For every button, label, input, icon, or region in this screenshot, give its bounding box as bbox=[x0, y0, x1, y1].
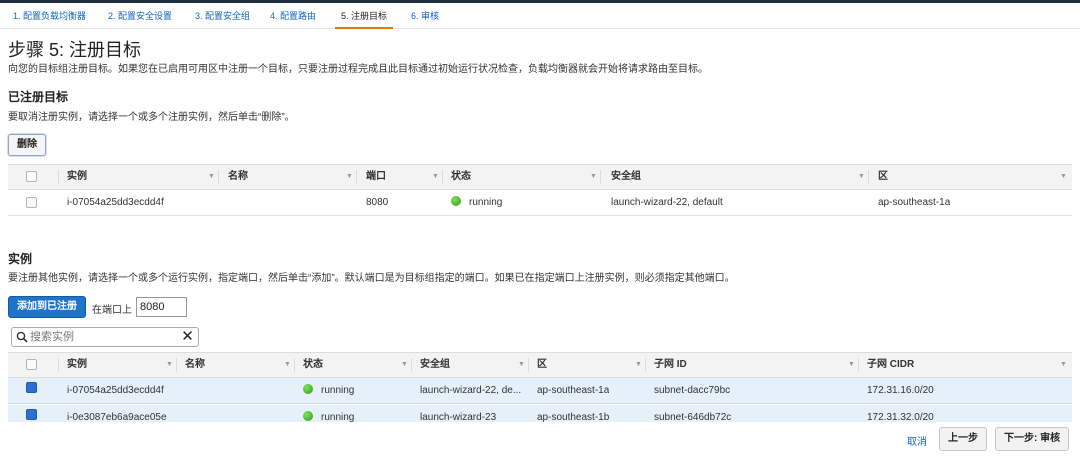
column-header-subnet-id[interactable]: 子网 ID bbox=[654, 353, 687, 377]
sort-caret-icon[interactable]: ▼ bbox=[166, 353, 173, 377]
select-all-checkbox[interactable] bbox=[26, 171, 37, 182]
security-group: launch-wizard-22, default bbox=[611, 197, 723, 208]
column-header-status[interactable]: 状态 bbox=[303, 353, 323, 377]
availability-zone: ap-southeast-1a bbox=[537, 385, 610, 396]
status-cell: running bbox=[451, 190, 502, 215]
status-cell: running bbox=[303, 405, 354, 422]
column-separator bbox=[645, 358, 646, 372]
search-input[interactable] bbox=[30, 329, 180, 345]
remove-button[interactable]: 删除 bbox=[8, 134, 46, 156]
sort-caret-icon[interactable]: ▼ bbox=[635, 353, 642, 377]
column-separator bbox=[294, 358, 295, 372]
row-checkbox[interactable] bbox=[26, 409, 37, 420]
subnet-cidr: 172.31.32.0/20 bbox=[867, 412, 934, 422]
step-tab-6[interactable]: 6. 审核 bbox=[411, 3, 439, 29]
table-row[interactable]: i-07054a25dd3ecdd4f 8080 running launch-… bbox=[8, 190, 1072, 216]
step-tab-1[interactable]: 1. 配置负载均衡器 bbox=[13, 3, 86, 29]
subnet-id: subnet-dacc79bc bbox=[654, 385, 731, 396]
page-title: 步骤 5: 注册目标 bbox=[8, 40, 142, 60]
registered-targets-table: 实例 ▼ 名称 ▼ 端口 ▼ 状态 ▼ 安全组 ▼ 区 ▼ i-07054a25… bbox=[8, 164, 1072, 216]
registered-targets-title: 已注册目标 bbox=[8, 90, 69, 104]
running-status-icon bbox=[451, 196, 461, 206]
port-input[interactable] bbox=[136, 297, 187, 317]
port-label: 在端口上 bbox=[92, 305, 132, 316]
row-checkbox[interactable] bbox=[26, 382, 37, 393]
column-separator bbox=[176, 358, 177, 372]
step-tab-5[interactable]: 5. 注册目标 bbox=[334, 3, 394, 29]
availability-zone: ap-southeast-1b bbox=[537, 412, 610, 422]
table-header: 实例 ▼ 名称 ▼ 状态 ▼ 安全组 ▼ 区 ▼ 子网 ID ▼ 子网 CIDR… bbox=[8, 352, 1072, 378]
running-status-icon bbox=[303, 411, 313, 421]
column-header-subnet-cidr[interactable]: 子网 CIDR bbox=[867, 353, 914, 377]
search-icon bbox=[16, 331, 28, 343]
sort-caret-icon[interactable]: ▼ bbox=[590, 165, 597, 189]
sort-caret-icon[interactable]: ▼ bbox=[432, 165, 439, 189]
sort-caret-icon[interactable]: ▼ bbox=[284, 353, 291, 377]
column-separator bbox=[868, 170, 869, 184]
table-header: 实例 ▼ 名称 ▼ 端口 ▼ 状态 ▼ 安全组 ▼ 区 ▼ bbox=[8, 164, 1072, 190]
subnet-cidr: 172.31.16.0/20 bbox=[867, 385, 934, 396]
table-row[interactable]: i-07054a25dd3ecdd4f running launch-wizar… bbox=[8, 378, 1072, 404]
column-header-instance[interactable]: 实例 bbox=[67, 165, 87, 189]
next-review-button[interactable]: 下一步: 审核 bbox=[995, 427, 1070, 451]
port-value: 8080 bbox=[366, 197, 389, 208]
sort-caret-icon[interactable]: ▼ bbox=[208, 165, 215, 189]
column-separator bbox=[442, 170, 443, 184]
add-to-registered-button[interactable]: 添加到已注册 bbox=[8, 296, 86, 318]
instance-id: i-07054a25dd3ecdd4f bbox=[67, 197, 164, 208]
column-separator bbox=[858, 358, 859, 372]
instances-table: 实例 ▼ 名称 ▼ 状态 ▼ 安全组 ▼ 区 ▼ 子网 ID ▼ 子网 CIDR… bbox=[8, 352, 1072, 422]
instance-id: i-0e3087eb6a9ace05e bbox=[67, 412, 167, 422]
sort-caret-icon[interactable]: ▼ bbox=[1060, 165, 1067, 189]
table-row[interactable]: i-0e3087eb6a9ace05e running launch-wizar… bbox=[8, 405, 1072, 422]
column-header-security-group[interactable]: 安全组 bbox=[611, 165, 641, 189]
subnet-id: subnet-646db72c bbox=[654, 412, 732, 422]
step-tab-4[interactable]: 4. 配置路由 bbox=[270, 3, 316, 29]
registered-targets-description: 要取消注册实例，请选择一个或多个注册实例，然后单击“删除”。 bbox=[8, 112, 295, 123]
column-header-zone[interactable]: 区 bbox=[878, 165, 888, 189]
instance-search-box[interactable]: ✕ bbox=[11, 327, 199, 347]
instances-title: 实例 bbox=[8, 252, 33, 266]
sort-caret-icon[interactable]: ▼ bbox=[1060, 353, 1067, 377]
security-group: launch-wizard-22, de... bbox=[420, 385, 522, 396]
previous-button[interactable]: 上一步 bbox=[939, 427, 987, 451]
status-text: running bbox=[321, 385, 355, 396]
column-header-port[interactable]: 端口 bbox=[366, 165, 386, 189]
status-text: running bbox=[469, 197, 503, 208]
column-header-instance[interactable]: 实例 bbox=[67, 353, 87, 377]
clear-search-icon[interactable]: ✕ bbox=[180, 329, 195, 345]
column-header-status[interactable]: 状态 bbox=[451, 165, 471, 189]
column-separator bbox=[356, 170, 357, 184]
sort-caret-icon[interactable]: ▼ bbox=[346, 165, 353, 189]
sort-caret-icon[interactable]: ▼ bbox=[401, 353, 408, 377]
cancel-link[interactable]: 取消 bbox=[907, 433, 927, 448]
availability-zone: ap-southeast-1a bbox=[878, 197, 951, 208]
column-header-zone[interactable]: 区 bbox=[537, 353, 547, 377]
instances-description: 要注册其他实例，请选择一个或多个运行实例，指定端口，然后单击“添加”。默认端口是… bbox=[8, 273, 735, 284]
instance-id: i-07054a25dd3ecdd4f bbox=[67, 385, 164, 396]
column-separator bbox=[218, 170, 219, 184]
status-cell: running bbox=[303, 378, 354, 403]
sort-caret-icon[interactable]: ▼ bbox=[858, 165, 865, 189]
row-checkbox[interactable] bbox=[26, 197, 37, 208]
step-tab-3[interactable]: 3. 配置安全组 bbox=[195, 3, 250, 29]
running-status-icon bbox=[303, 384, 313, 394]
wizard-steps: 1. 配置负载均衡器 2. 配置安全设置 3. 配置安全组 4. 配置路由 5.… bbox=[0, 3, 1080, 29]
column-header-name[interactable]: 名称 bbox=[185, 353, 205, 377]
column-separator bbox=[58, 170, 59, 184]
select-all-checkbox[interactable] bbox=[26, 359, 37, 370]
column-header-name[interactable]: 名称 bbox=[228, 165, 248, 189]
step-tab-2[interactable]: 2. 配置安全设置 bbox=[108, 3, 172, 29]
sort-caret-icon[interactable]: ▼ bbox=[518, 353, 525, 377]
column-header-security-group[interactable]: 安全组 bbox=[420, 353, 450, 377]
security-group: launch-wizard-23 bbox=[420, 412, 497, 422]
status-text: running bbox=[321, 412, 355, 422]
column-separator bbox=[58, 358, 59, 372]
sort-caret-icon[interactable]: ▼ bbox=[848, 353, 855, 377]
page-description: 向您的目标组注册目标。如果您在已启用可用区中注册一个目标，只要注册过程完成且此目… bbox=[8, 64, 708, 75]
column-separator bbox=[600, 170, 601, 184]
column-separator bbox=[528, 358, 529, 372]
column-separator bbox=[411, 358, 412, 372]
